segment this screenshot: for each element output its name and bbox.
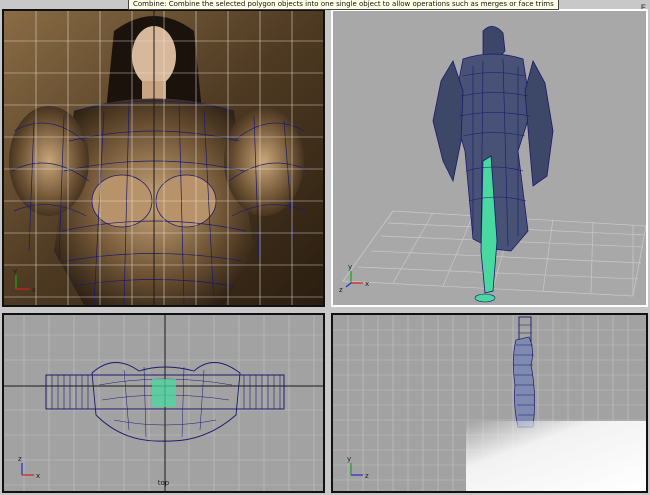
front-view-canvas: y x bbox=[4, 11, 323, 305]
left-shoulder-armor bbox=[9, 106, 89, 216]
top-view-canvas: z x bbox=[4, 315, 323, 491]
svg-text:z: z bbox=[365, 472, 369, 480]
svg-text:x: x bbox=[36, 472, 40, 480]
svg-text:z: z bbox=[339, 286, 343, 294]
svg-text:z: z bbox=[18, 455, 22, 463]
perspective-viewport[interactable]: y x z bbox=[331, 9, 648, 307]
perspective-canvas: y x z bbox=[333, 11, 646, 305]
top-viewport[interactable]: z x top bbox=[2, 313, 325, 493]
svg-text:y: y bbox=[347, 455, 351, 463]
tooltip: Combine: Combine the selected polygon ob… bbox=[128, 0, 559, 10]
svg-text:y: y bbox=[13, 267, 17, 275]
front-viewport[interactable]: y x bbox=[2, 9, 325, 307]
svg-text:x: x bbox=[32, 286, 36, 294]
tooltip-text: Combine: Combine the selected polygon ob… bbox=[133, 0, 554, 8]
side-viewport[interactable]: y z bbox=[331, 313, 648, 493]
svg-text:y: y bbox=[348, 263, 352, 271]
svg-text:x: x bbox=[365, 280, 369, 288]
view-name-label: top bbox=[157, 479, 170, 487]
screen-glare bbox=[466, 421, 646, 491]
